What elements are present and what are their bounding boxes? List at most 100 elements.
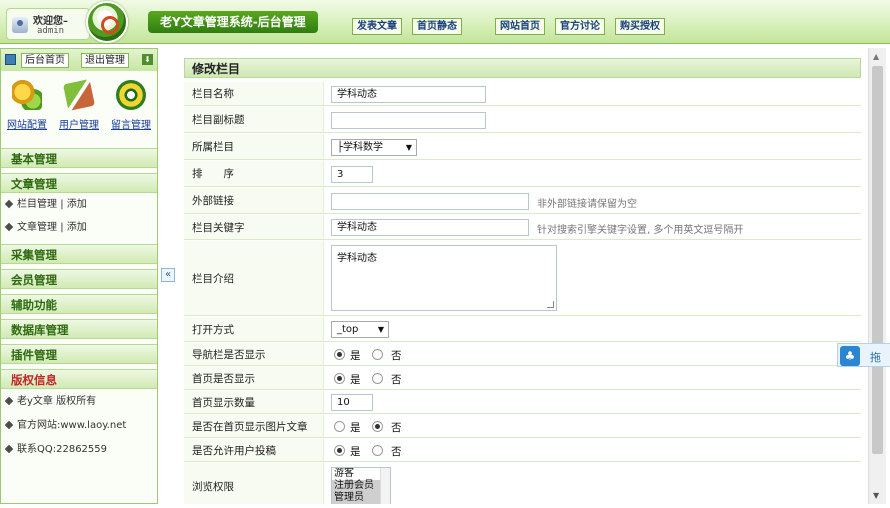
- contact-qq-text: 联系QQ:22862559: [17, 444, 108, 455]
- category-add-link[interactable]: 添加: [67, 199, 87, 210]
- main-content: 修改栏目 栏目名称 学科动态 栏目副标题 所属栏目 ├学科数学 ▼ 排 序 3 …: [184, 53, 861, 504]
- menu-basic[interactable]: 基本管理: [1, 148, 157, 168]
- floating-widget[interactable]: ♣ 拖: [837, 343, 890, 367]
- home-count-input[interactable]: 10: [331, 394, 373, 411]
- label-order: 排 序: [184, 161, 324, 186]
- home-img-yes-radio[interactable]: [334, 421, 345, 432]
- order-input[interactable]: 3: [331, 166, 373, 183]
- row-intro: 栏目介绍 学科动态: [184, 241, 861, 316]
- parent-category-value: ├学科数学: [337, 142, 384, 153]
- user-post-yes-radio[interactable]: [334, 445, 345, 456]
- nav-show-yes-label: 是: [350, 350, 361, 362]
- quick-message-manage-label[interactable]: 留言管理: [107, 116, 155, 131]
- scrollbar-thumb[interactable]: [872, 66, 883, 454]
- quick-site-config[interactable]: 网站配置: [3, 80, 51, 131]
- floating-widget-label[interactable]: 拖: [870, 349, 881, 365]
- row-open-mode: 打开方式 _top ▼: [184, 317, 861, 342]
- copyright-text: 老y文章 版权所有: [17, 396, 97, 407]
- diamond-bullet-icon: [4, 199, 14, 209]
- keywords-input[interactable]: 学科动态: [331, 219, 529, 236]
- label-home-show: 首页是否显示: [184, 367, 324, 389]
- row-order: 排 序 3: [184, 161, 861, 187]
- quick-user-manage[interactable]: 用户管理: [55, 78, 103, 131]
- scroll-down-icon[interactable]: ▼: [873, 491, 879, 500]
- open-mode-select[interactable]: _top ▼: [331, 321, 389, 338]
- nav-official-forum[interactable]: 官方讨论: [555, 18, 605, 35]
- user-post-no-radio[interactable]: [372, 445, 383, 456]
- menu-collect[interactable]: 采集管理: [1, 244, 157, 264]
- intro-textarea[interactable]: 学科动态: [331, 245, 557, 311]
- label-nav-show: 导航栏是否显示: [184, 343, 324, 365]
- label-intro: 栏目介绍: [184, 241, 324, 315]
- menu-database[interactable]: 数据库管理: [1, 319, 157, 339]
- permission-listbox[interactable]: 游客 注册会员 管理员: [331, 467, 391, 504]
- quick-site-config-label[interactable]: 网站配置: [3, 116, 51, 131]
- diamond-bullet-icon: [4, 222, 14, 232]
- dropdown-arrow-icon: ▼: [377, 325, 384, 334]
- row-nav-show: 导航栏是否显示 是 否: [184, 343, 861, 366]
- user-post-no-label: 否: [391, 446, 402, 458]
- nav-show-no-radio[interactable]: [372, 349, 383, 360]
- scroll-up-icon[interactable]: ▲: [873, 52, 879, 61]
- row-external-link: 外部链接 非外部链接请保留为空: [184, 188, 861, 214]
- keywords-hint: 针对搜索引擎关键字设置, 多个用英文逗号隔开: [537, 225, 744, 236]
- row-home-show: 首页是否显示 是 否: [184, 367, 861, 390]
- system-title: 老Y文章管理系统-后台管理: [148, 11, 318, 33]
- parent-category-select[interactable]: ├学科数学 ▼: [331, 139, 417, 156]
- menu-article[interactable]: 文章管理: [1, 173, 157, 193]
- menu-assist[interactable]: 辅助功能: [1, 294, 157, 314]
- open-mode-value: _top: [337, 324, 359, 335]
- resize-grip-icon[interactable]: [547, 301, 554, 308]
- quick-message-manage[interactable]: 留言管理: [107, 80, 155, 131]
- menu-copyright[interactable]: 版权信息: [1, 369, 157, 389]
- subtitle-input[interactable]: [331, 112, 486, 129]
- category-manage-link[interactable]: 栏目管理: [17, 199, 57, 210]
- article-manage-link[interactable]: 文章管理: [17, 222, 57, 233]
- label-home-count: 首页显示数量: [184, 391, 324, 413]
- admin-home-button[interactable]: 后台首页: [21, 53, 69, 68]
- home-show-no-radio[interactable]: [372, 373, 383, 384]
- row-category-name: 栏目名称 学科动态: [184, 82, 861, 106]
- external-link-input[interactable]: [331, 193, 529, 210]
- paw-icon: ♣: [840, 346, 860, 366]
- row-user-post: 是否允许用户投稿 是 否: [184, 439, 861, 462]
- pencil-notebook-icon: [62, 78, 96, 112]
- label-home-img: 是否在首页显示图片文章: [184, 415, 324, 437]
- exit-arrow-icon[interactable]: ⬇: [142, 54, 153, 65]
- diamond-bullet-icon: [4, 396, 14, 406]
- copyright-line-1: 老y文章 版权所有: [1, 391, 157, 413]
- page-scrollbar[interactable]: ▲ ▼: [868, 48, 886, 504]
- logout-button[interactable]: 退出管理: [81, 53, 129, 68]
- nav-publish-article[interactable]: 发表文章: [352, 18, 402, 35]
- label-permission: 浏览权限: [184, 463, 324, 504]
- article-add-link[interactable]: 添加: [67, 222, 87, 233]
- radiation-icon: [116, 80, 146, 110]
- nav-buy-license[interactable]: 购买授权: [615, 18, 665, 35]
- home-img-no-radio[interactable]: [372, 421, 383, 432]
- row-keywords: 栏目关键字 学科动态 针对搜索引擎关键字设置, 多个用英文逗号隔开: [184, 215, 861, 240]
- collapse-sidebar-button[interactable]: «: [161, 268, 175, 282]
- nav-home-static[interactable]: 首页静态: [412, 18, 462, 35]
- nav-show-yes-radio[interactable]: [334, 349, 345, 360]
- label-category-name: 栏目名称: [184, 82, 324, 105]
- nav-site-home[interactable]: 网站首页: [495, 18, 545, 35]
- menu-plugin[interactable]: 插件管理: [1, 344, 157, 364]
- category-name-input[interactable]: 学科动态: [331, 86, 486, 103]
- quick-user-manage-label[interactable]: 用户管理: [55, 116, 103, 131]
- logo-icon: [86, 1, 128, 43]
- menu-member[interactable]: 会员管理: [1, 269, 157, 289]
- row-permission: 浏览权限 游客 注册会员 管理员: [184, 463, 861, 504]
- row-home-img: 是否在首页显示图片文章 是 否: [184, 415, 861, 438]
- user-icon: [12, 17, 28, 33]
- nav-show-no-label: 否: [391, 350, 402, 362]
- row-home-count: 首页显示数量 10: [184, 391, 861, 414]
- separator: |: [60, 222, 64, 233]
- welcome-box: 欢迎您– admin: [6, 8, 90, 40]
- copyright-line-2: 官方网站:www.laoy.net: [1, 415, 157, 437]
- welcome-text: 欢迎您–: [33, 16, 68, 27]
- sidebar-toolbar: 后台首页 退出管理 ⬇: [1, 49, 157, 71]
- diamond-bullet-icon: [4, 420, 14, 430]
- listbox-scrollbar[interactable]: [380, 468, 390, 504]
- home-show-yes-radio[interactable]: [334, 373, 345, 384]
- row-subtitle: 栏目副标题: [184, 107, 861, 133]
